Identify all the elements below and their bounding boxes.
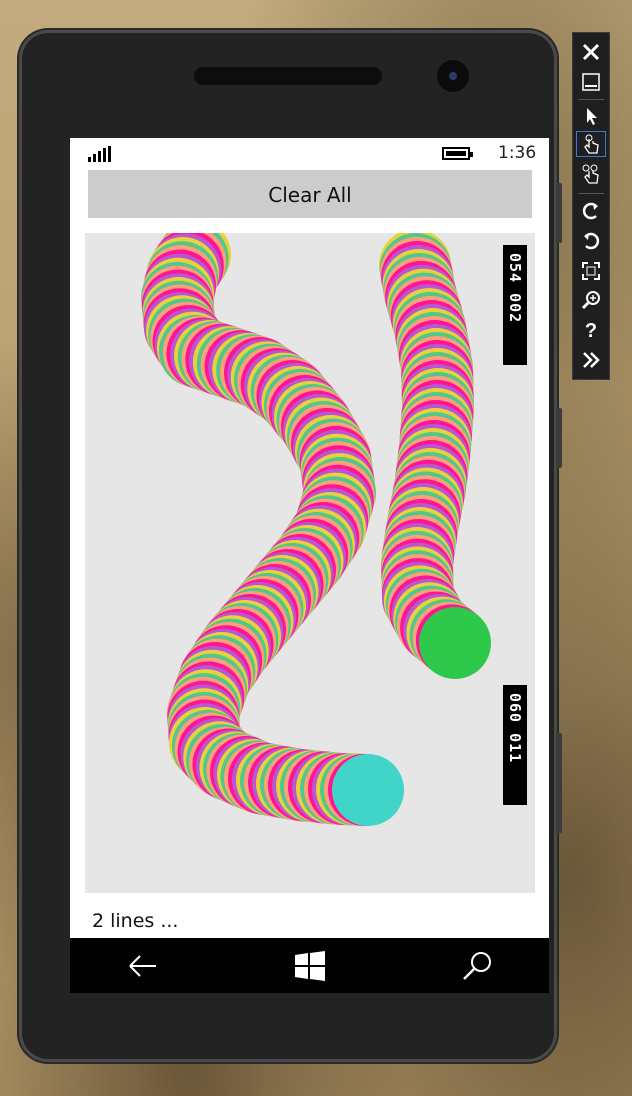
navigation-bar [70, 938, 549, 993]
fit-screen-icon[interactable] [576, 258, 606, 284]
status-time: 1:36 [498, 143, 537, 163]
battery-icon [442, 147, 473, 160]
stroke-left [141, 233, 404, 826]
volume-button [556, 183, 562, 243]
signal-strength-icon [88, 146, 112, 162]
minimize-icon[interactable] [576, 69, 606, 95]
close-icon[interactable] [576, 39, 606, 65]
camera-button [556, 733, 562, 833]
frame-counter-top: 054 002 [503, 245, 527, 365]
pointer-icon[interactable] [576, 103, 606, 129]
help-icon[interactable]: ? [576, 317, 606, 343]
more-icon[interactable] [576, 347, 606, 373]
power-button [556, 408, 562, 468]
search-icon[interactable] [460, 948, 496, 984]
phone-screen: 1:36 Clear All 2 lines ... [70, 138, 549, 993]
stroke-left-last-dot [332, 754, 404, 826]
pinch-zoom-icon[interactable] [576, 161, 606, 187]
rotate-left-icon[interactable] [576, 198, 606, 224]
back-arrow-icon[interactable] [124, 948, 160, 984]
camera-icon [437, 60, 469, 92]
single-touch-icon[interactable] [576, 131, 606, 157]
windows-logo-icon[interactable] [292, 948, 328, 984]
lines-count-label: 2 lines ... [92, 910, 179, 932]
strokes-layer [141, 233, 491, 826]
phone-speaker [194, 67, 382, 85]
status-bar: 1:36 [70, 138, 549, 170]
svg-text:?: ? [585, 320, 597, 340]
stroke-right-last-dot [419, 607, 491, 679]
drawing-canvas[interactable] [85, 233, 535, 893]
stroke-right [379, 233, 491, 679]
emulator-toolbar: ? [572, 32, 610, 380]
phone-emulator-frame: 1:36 Clear All 2 lines ... [22, 33, 562, 1059]
rotate-right-icon[interactable] [576, 228, 606, 254]
frame-counter-bottom: 060 011 [503, 685, 527, 805]
zoom-icon[interactable] [576, 287, 606, 313]
clear-all-button[interactable]: Clear All [88, 170, 532, 218]
